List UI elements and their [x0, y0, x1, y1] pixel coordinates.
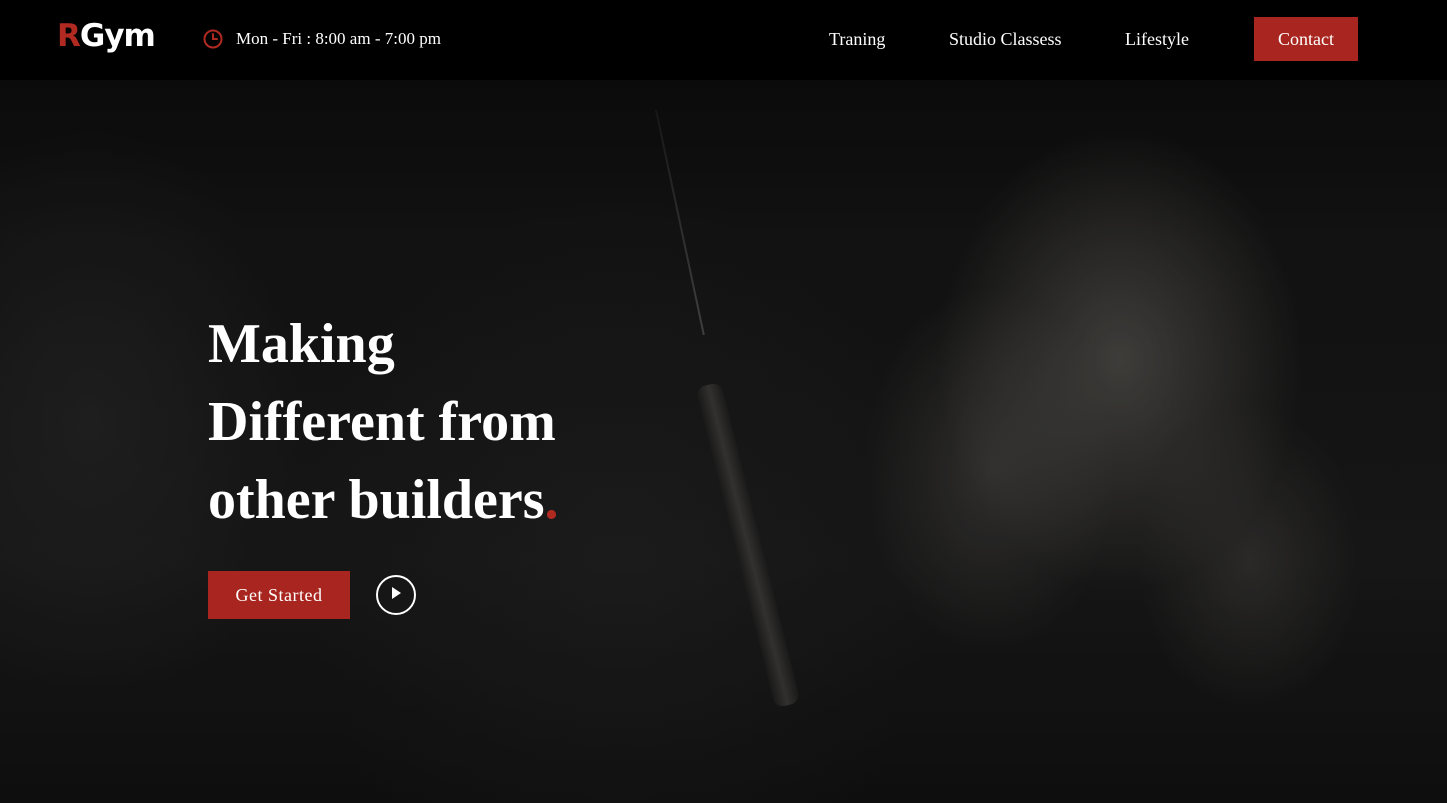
logo[interactable]: RGym: [57, 16, 156, 56]
play-video-button[interactable]: [376, 575, 416, 615]
play-icon: [390, 586, 402, 605]
headline-accent-dot: .: [544, 469, 559, 531]
headline-line-1: Making: [208, 313, 395, 375]
logo-mark: R: [57, 18, 81, 54]
clock-icon: [203, 29, 223, 49]
logo-text: Gym: [79, 18, 156, 54]
opening-hours: Mon - Fri : 8:00 am - 7:00 pm: [203, 28, 441, 50]
nav-studio-classes[interactable]: Studio Classess: [949, 28, 1062, 50]
contact-button[interactable]: Contact: [1254, 17, 1358, 61]
top-navbar: RGym Mon - Fri : 8:00 am - 7:00 pm Trani…: [0, 0, 1447, 80]
nav-lifestyle[interactable]: Lifestyle: [1125, 28, 1189, 50]
nav-training[interactable]: Traning: [829, 28, 885, 50]
get-started-button[interactable]: Get Started: [208, 571, 350, 619]
hero-headline: Making Different from other builders.: [208, 305, 728, 539]
headline-line-2: Different from: [208, 391, 556, 453]
headline-line-3: other builders: [208, 469, 545, 531]
opening-hours-text: Mon - Fri : 8:00 am - 7:00 pm: [236, 29, 441, 48]
